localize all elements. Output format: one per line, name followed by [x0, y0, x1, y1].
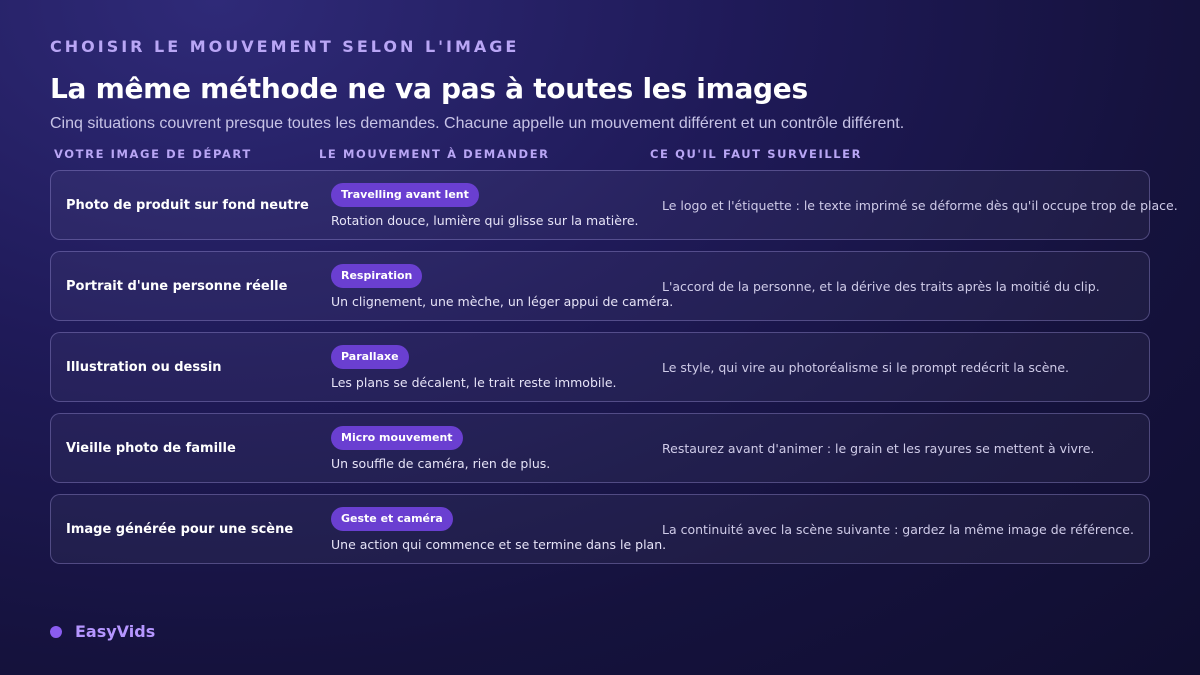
movement-badge: Respiration [331, 264, 423, 288]
page-subtitle: Cinq situations couvrent presque toutes … [50, 115, 905, 132]
movement-badge: Geste et caméra [331, 507, 453, 531]
table-row: Portrait d'une personne réelle Respirati… [50, 251, 1150, 321]
movement-description: Rotation douce, lumière qui glisse sur l… [331, 213, 639, 228]
watch-note: La continuité avec la scène suivante : g… [662, 521, 1134, 537]
movement-description: Les plans se décalent, le trait reste im… [331, 375, 617, 390]
movement-badge: Travelling avant lent [331, 183, 479, 207]
situations-table: Photo de produit sur fond neutre Travell… [50, 170, 1178, 575]
column-header-movement: LE MOUVEMENT À DEMANDER [319, 147, 550, 161]
column-header-image: VOTRE IMAGE DE DÉPART [54, 147, 252, 161]
page-title: La même méthode ne va pas à toutes les i… [50, 72, 808, 105]
movement-badge: Micro mouvement [331, 426, 463, 450]
brand-dot-icon [50, 625, 62, 638]
movement-description: Un clignement, une mèche, un léger appui… [331, 294, 674, 309]
watch-note: Le style, qui vire au photoréalisme si l… [662, 359, 1069, 375]
movement-badge: Parallaxe [331, 345, 409, 369]
movement-description: Un souffle de caméra, rien de plus. [331, 456, 551, 471]
column-header-watch: CE QU'IL FAUT SURVEILLER [650, 147, 863, 161]
table-row: Illustration ou dessin Parallaxe Les pla… [50, 332, 1150, 402]
watch-note: L'accord de la personne, et la dérive de… [662, 278, 1100, 294]
table-row: Image générée pour une scène Geste et ca… [50, 494, 1150, 564]
watch-note: Le logo et l'étiquette : le texte imprim… [662, 197, 1178, 213]
row-image-type: Photo de produit sur fond neutre [66, 197, 309, 213]
movement-description: Une action qui commence et se termine da… [331, 537, 667, 552]
row-image-type: Illustration ou dessin [66, 359, 222, 375]
row-image-type: Portrait d'une personne réelle [66, 278, 288, 294]
watch-note: Restaurez avant d'animer : le grain et l… [662, 440, 1095, 456]
brand-name: EasyVids [75, 622, 156, 641]
eyebrow-label: CHOISIR LE MOUVEMENT SELON L'IMAGE [50, 37, 520, 56]
row-image-type: Vieille photo de famille [66, 440, 236, 456]
brand: EasyVids [50, 622, 155, 641]
row-image-type: Image générée pour une scène [66, 521, 294, 537]
table-row: Photo de produit sur fond neutre Travell… [50, 170, 1178, 240]
table-row: Vieille photo de famille Micro mouvement… [50, 413, 1150, 483]
